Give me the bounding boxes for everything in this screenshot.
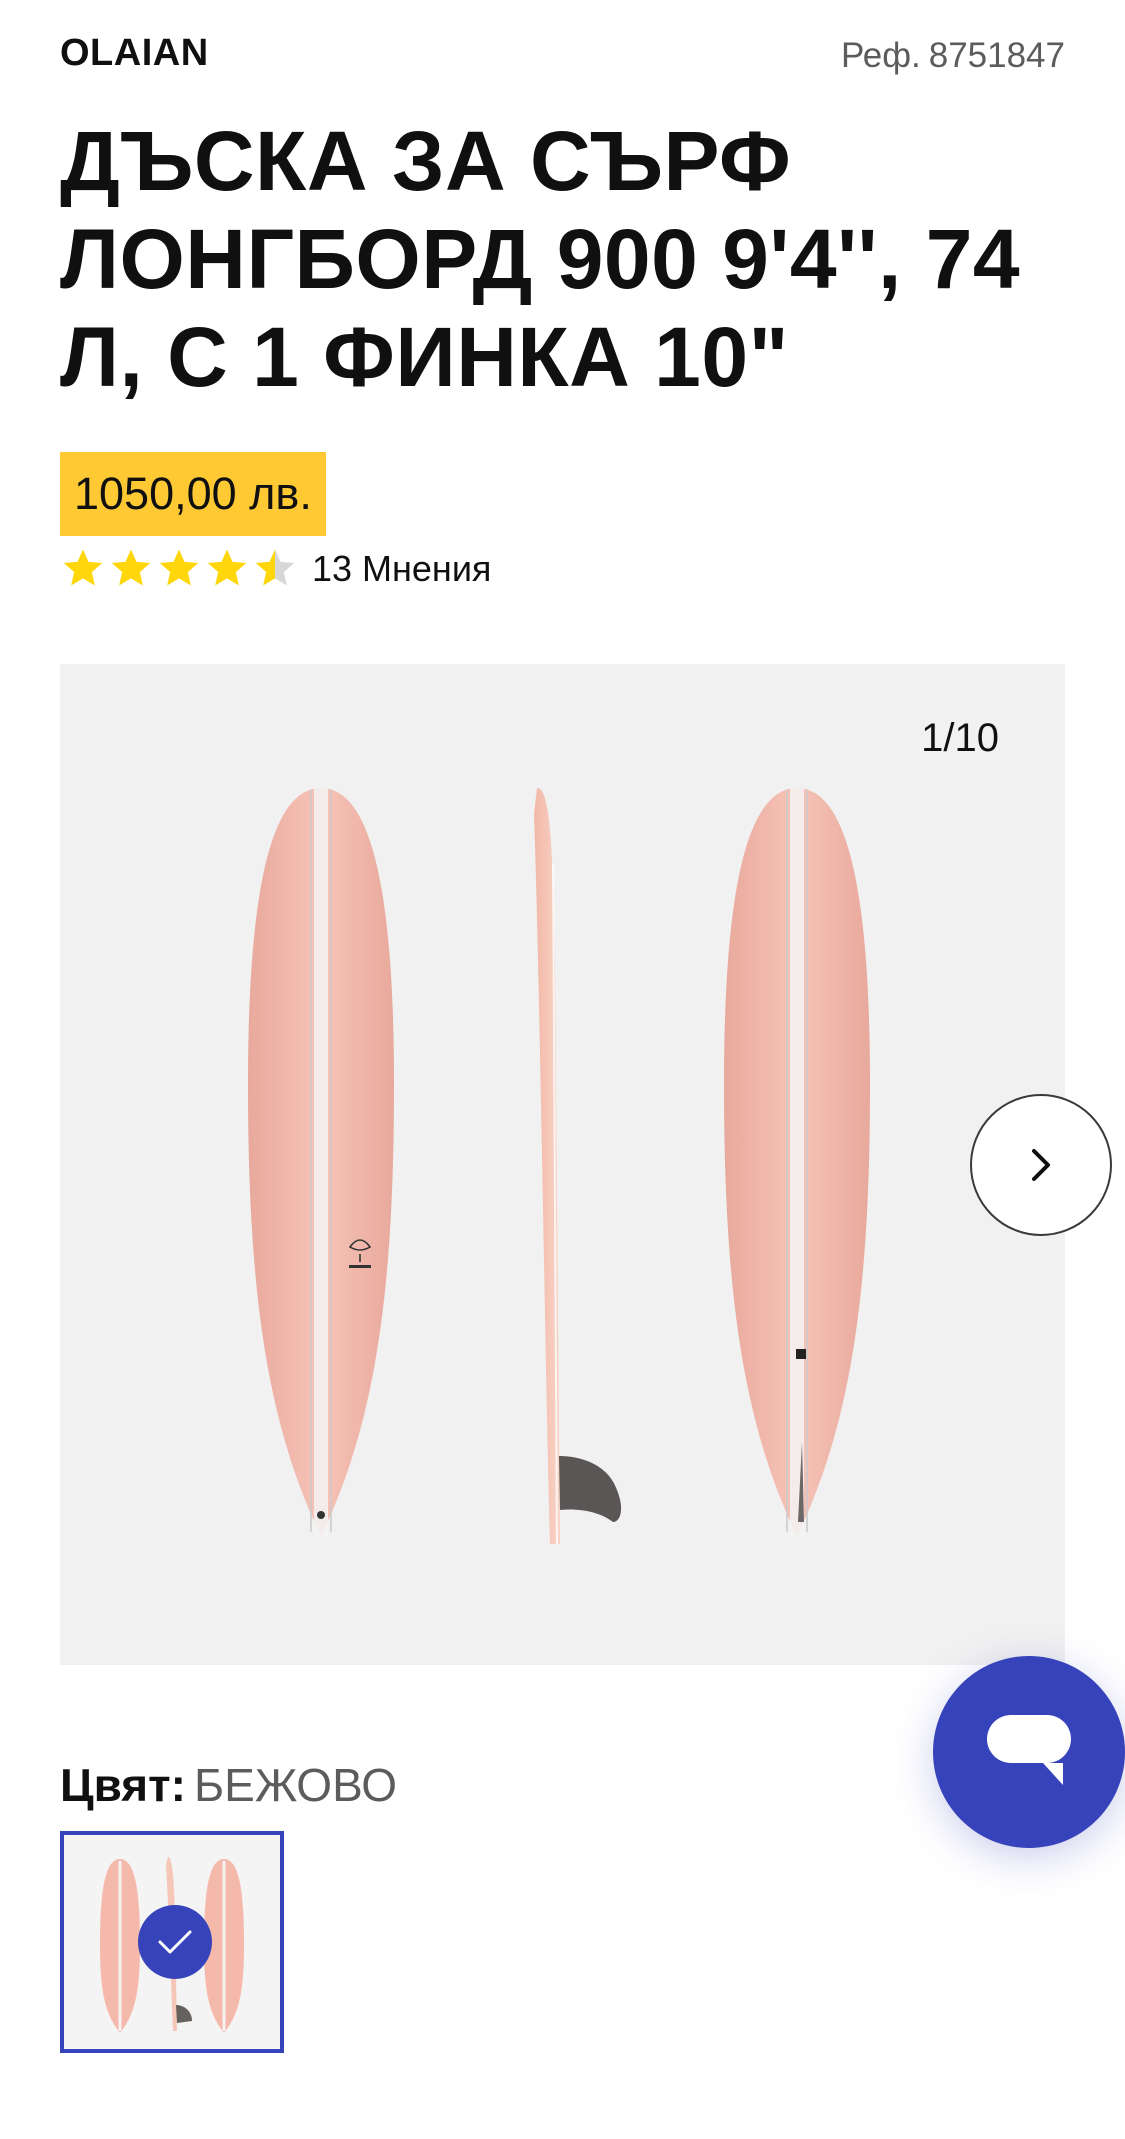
product-reference: Реф. 8751847 bbox=[841, 36, 1065, 76]
product-image bbox=[248, 788, 870, 1545]
product-image-gallery[interactable]: 1/10 bbox=[60, 664, 1065, 1665]
star-icon bbox=[111, 549, 151, 586]
color-selector-label: Цвят: БЕЖОВО bbox=[60, 1758, 397, 1812]
image-counter: 1/10 bbox=[921, 716, 999, 760]
star-icon bbox=[159, 549, 199, 586]
chevron-right-icon bbox=[1032, 1149, 1050, 1181]
product-title: ДЪСКА ЗА СЪРФ ЛОНГБОРД 900 9'4'', 74 Л, … bbox=[60, 114, 1021, 404]
next-image-button[interactable] bbox=[970, 1094, 1112, 1236]
rating-summary[interactable]: 13 Мнения bbox=[60, 540, 491, 598]
selected-check-badge bbox=[138, 1905, 212, 1979]
price-value: 1050,00 лв. bbox=[74, 468, 312, 519]
check-icon bbox=[158, 1930, 192, 1954]
star-icon bbox=[207, 549, 247, 586]
chat-bubble-icon bbox=[987, 1715, 1071, 1785]
board-side-view bbox=[534, 788, 622, 1545]
brand-name[interactable]: OLAIAN bbox=[60, 32, 209, 75]
board-deck-view bbox=[248, 788, 394, 1536]
star-icon bbox=[63, 549, 103, 586]
reference-label: Реф. bbox=[840, 36, 921, 75]
reviews-link[interactable]: 13 Мнения bbox=[312, 548, 491, 590]
reference-number: 8751847 bbox=[928, 36, 1065, 75]
color-value: БЕЖОВО bbox=[193, 1759, 398, 1811]
board-bottom-view bbox=[724, 788, 870, 1536]
color-swatch-selected[interactable] bbox=[60, 1831, 284, 2053]
star-icon bbox=[255, 549, 295, 586]
rating-stars bbox=[60, 546, 298, 592]
price-tag: 1050,00 лв. bbox=[60, 452, 326, 536]
color-label: Цвят: bbox=[60, 1759, 186, 1811]
chat-button[interactable] bbox=[933, 1656, 1125, 1848]
